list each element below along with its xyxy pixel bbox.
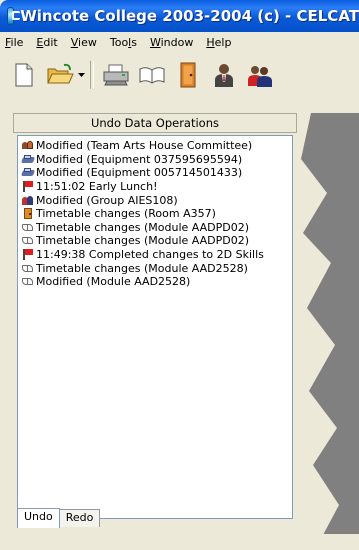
undo-item-label: Modified (Equipment 037595695594) [36, 152, 243, 166]
undo-item-label: Modified (Team Arts House Committee) [36, 139, 253, 153]
printer-icon [103, 64, 129, 86]
room-icon [22, 208, 34, 220]
undo-list-item[interactable]: 11:49:38 Completed changes to 2D Skills [18, 248, 292, 262]
undo-item-label: Timetable changes (Module AADPD02) [36, 220, 249, 234]
equipment-icon [22, 167, 34, 178]
group-icon [248, 66, 272, 87]
undo-item-label: Modified (Module AAD2528) [36, 275, 191, 289]
menu-tools[interactable]: Tools [105, 36, 145, 49]
panel-tabs: Undo Redo [17, 507, 101, 528]
title-bar[interactable]: Wincote College 2003-2004 (c) - CELCAT [0, 0, 359, 32]
menu-file[interactable]: File [0, 36, 31, 49]
menu-window[interactable]: Window [145, 36, 201, 49]
undo-panel: Undo Data Operations Modified (Team Arts… [13, 113, 297, 530]
staff-icon [215, 64, 233, 87]
undo-list-item[interactable]: Modified (Group AIES108) [18, 193, 292, 207]
print-button[interactable] [100, 59, 132, 91]
window-title: Wincote College 2003-2004 (c) - CELCAT [20, 7, 359, 25]
dropdown-arrow-icon [77, 73, 85, 77]
menu-edit[interactable]: Edit [31, 36, 65, 49]
team-icon [22, 140, 34, 151]
red-flag-icon [22, 181, 34, 193]
undo-item-label: Modified (Equipment 005714501433) [36, 166, 243, 180]
modules-button[interactable] [136, 59, 168, 91]
door-icon [180, 62, 196, 88]
toolbar [0, 53, 359, 97]
open-button[interactable] [44, 59, 76, 91]
tab-undo[interactable]: Undo [17, 508, 60, 528]
book-icon [139, 67, 165, 84]
undo-item-label: Timetable changes (Module AADPD02) [36, 234, 249, 248]
undo-list-item[interactable]: Timetable changes (Room A357) [18, 207, 292, 221]
panel-title: Undo Data Operations [13, 113, 297, 133]
celcat-app-icon[interactable] [7, 7, 21, 25]
module-icon [22, 263, 34, 274]
undo-list-item[interactable]: 11:51:02 Early Lunch! [18, 180, 292, 194]
tab-redo[interactable]: Redo [58, 509, 101, 527]
undo-list-item[interactable]: Modified (Equipment 037595695594) [18, 153, 292, 167]
open-dropdown[interactable] [76, 59, 86, 91]
undo-item-label: Modified (Group AIES108) [36, 193, 178, 207]
menu-bar: File Edit View Tools Window Help [0, 32, 359, 53]
new-document-icon [15, 63, 33, 87]
undo-item-label: 11:51:02 Early Lunch! [36, 180, 158, 194]
status-bar [0, 534, 359, 550]
groups-button[interactable] [244, 59, 276, 91]
open-folder-icon [47, 63, 74, 84]
module-icon [22, 235, 34, 246]
undo-item-label: Timetable changes (Module AAD2528) [36, 261, 248, 275]
undo-list-item[interactable]: Modified (Team Arts House Committee) [18, 139, 292, 153]
staff-button[interactable] [208, 59, 240, 91]
menu-help[interactable]: Help [201, 36, 239, 49]
undo-list-item[interactable]: Timetable changes (Module AADPD02) [18, 221, 292, 235]
new-button[interactable] [8, 59, 40, 91]
undo-item-label: 11:49:38 Completed changes to 2D Skills [36, 248, 264, 262]
undo-item-label: Timetable changes (Room A357) [36, 207, 216, 221]
rooms-button[interactable] [172, 59, 204, 91]
undo-operations-list[interactable]: Modified (Team Arts House Committee) Modi… [17, 135, 293, 519]
undo-list-item[interactable]: Timetable changes (Module AAD2528) [18, 261, 292, 275]
undo-list-item[interactable]: Modified (Module AAD2528) [18, 275, 292, 289]
undo-list-item[interactable]: Modified (Equipment 005714501433) [18, 166, 292, 180]
torn-edge [297, 113, 339, 550]
group-icon [22, 195, 34, 206]
red-flag-icon [22, 249, 34, 261]
toolbar-separator [90, 61, 94, 89]
undo-list-item[interactable]: Timetable changes (Module AADPD02) [18, 234, 292, 248]
module-icon [22, 222, 34, 233]
equipment-icon [22, 154, 34, 165]
module-icon [22, 276, 34, 287]
menu-view[interactable]: View [66, 36, 105, 49]
